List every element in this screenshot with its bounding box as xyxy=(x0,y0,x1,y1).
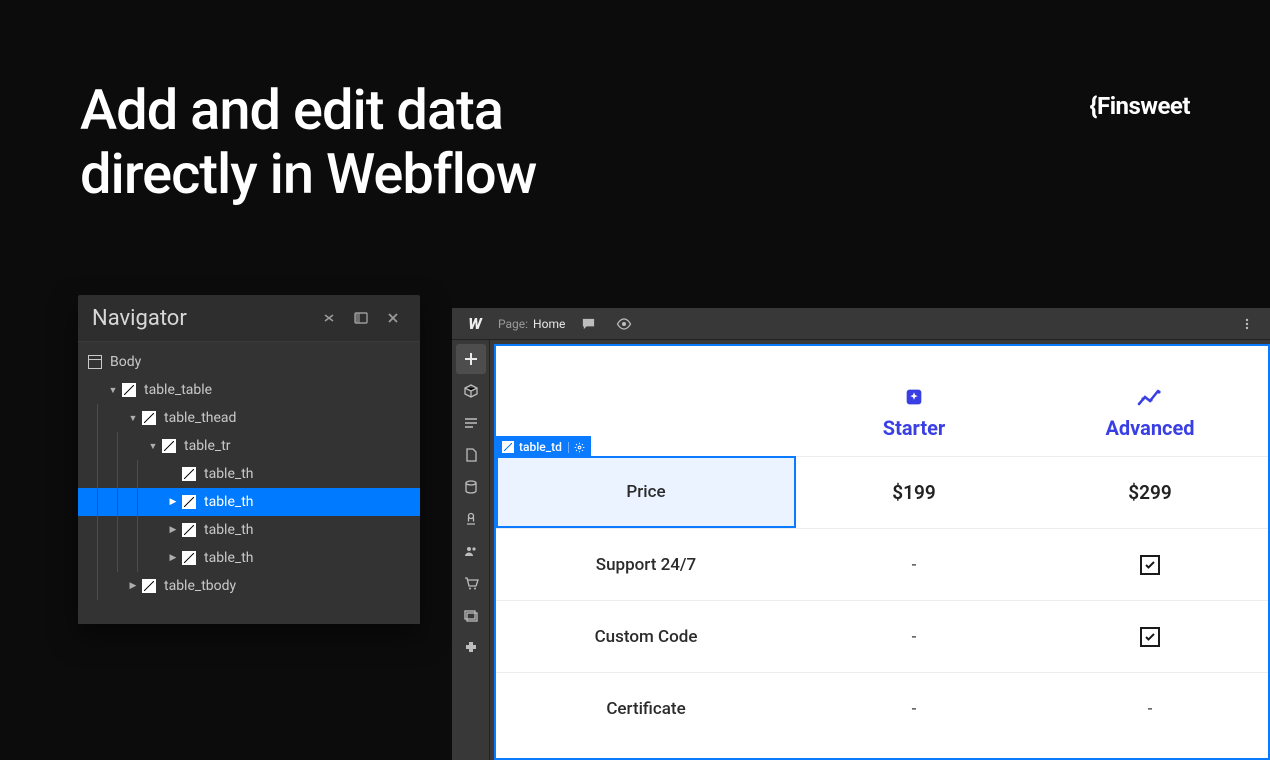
chevron-right-icon[interactable]: ▶ xyxy=(168,525,178,535)
panel-toggle-icon[interactable] xyxy=(348,305,374,331)
tree-row[interactable]: ▼ table_table xyxy=(78,376,420,404)
preview-icon[interactable] xyxy=(611,311,637,337)
value-cell[interactable]: $299 xyxy=(1032,456,1268,528)
tree-label: table_tr xyxy=(184,438,231,454)
close-icon[interactable] xyxy=(380,305,406,331)
tree-row[interactable]: table_th xyxy=(78,460,420,488)
add-element-button[interactable] xyxy=(456,344,486,374)
gear-icon[interactable] xyxy=(568,442,585,453)
div-block-icon xyxy=(162,439,176,453)
tree-label: table_table xyxy=(144,382,212,398)
div-block-icon xyxy=(122,383,136,397)
layout-icon[interactable] xyxy=(456,408,486,438)
chevron-down-icon[interactable]: ▼ xyxy=(128,413,138,424)
webflow-logo-icon[interactable]: W xyxy=(462,311,488,337)
collapse-icon[interactable] xyxy=(316,305,342,331)
navigator-tree: Body ▼ table_table ▼ table_thead ▼ table_trta… xyxy=(78,342,420,624)
assets-icon[interactable] xyxy=(456,504,486,534)
tree-label: table_th xyxy=(204,494,254,510)
div-block-icon xyxy=(182,467,196,481)
div-block-icon xyxy=(182,495,196,509)
value-cell[interactable]: - xyxy=(796,528,1032,600)
chevron-right-icon[interactable]: ▶ xyxy=(168,497,178,507)
page-icon xyxy=(88,355,102,369)
value-cell[interactable]: - xyxy=(796,672,1032,744)
chevron-down-icon[interactable]: ▼ xyxy=(108,385,118,396)
check-icon xyxy=(1140,627,1160,647)
comment-icon[interactable] xyxy=(575,311,601,337)
plan-name: Starter xyxy=(883,416,946,440)
tree-label: table_thead xyxy=(164,410,236,426)
box-icon[interactable] xyxy=(456,376,486,406)
pages-icon[interactable] xyxy=(456,440,486,470)
value-cell[interactable]: - xyxy=(796,600,1032,672)
div-block-icon xyxy=(502,441,514,453)
tree-label: table_tbody xyxy=(164,578,236,594)
value-cell[interactable] xyxy=(1032,600,1268,672)
plan-header: Advanced xyxy=(1032,346,1268,456)
designer-window: W Page: Home xyxy=(452,308,1270,760)
value-cell[interactable] xyxy=(1032,528,1268,600)
plan-header: Starter xyxy=(796,346,1032,456)
tree-label: table_th xyxy=(204,522,254,538)
selection-tag-label: table_td xyxy=(519,440,562,454)
tree-row[interactable]: ▶ table_th xyxy=(78,544,420,572)
design-canvas[interactable]: Starter Advanced table_tdPrice $199 $299 Supp… xyxy=(494,344,1270,760)
ecommerce-icon[interactable] xyxy=(456,568,486,598)
plan-name: Advanced xyxy=(1105,416,1194,440)
chevron-right-icon[interactable]: ▶ xyxy=(168,553,178,563)
tree-row[interactable]: ▶ table_tbody xyxy=(78,572,420,600)
div-block-icon xyxy=(182,523,196,537)
hero-title: Add and edit data directly in Webflow xyxy=(80,78,536,207)
div-block-icon xyxy=(182,551,196,565)
designer-topbar: W Page: Home xyxy=(452,308,1270,340)
chevron-right-icon[interactable]: ▶ xyxy=(128,581,138,591)
brand-logo: {Finsweet xyxy=(1090,92,1190,120)
page-name[interactable]: Home xyxy=(533,317,565,331)
tree-row[interactable]: ▶ table_th xyxy=(78,488,420,516)
tree-label: table_th xyxy=(204,550,254,566)
navigator-panel: Navigator Body ▼table_table▼table_thead▼… xyxy=(78,295,420,624)
trend-icon xyxy=(1137,388,1163,408)
users-icon[interactable] xyxy=(456,536,486,566)
tree-row[interactable]: ▼ table_tr xyxy=(78,432,420,460)
value-cell[interactable]: $199 xyxy=(796,456,1032,528)
value-cell[interactable]: - xyxy=(1032,672,1268,744)
row-label-cell[interactable]: Support 24/7 xyxy=(496,528,796,600)
tree-row[interactable]: ▶ table_th xyxy=(78,516,420,544)
tool-rail xyxy=(452,340,490,760)
price-value: $299 xyxy=(1128,481,1171,504)
row-label-cell[interactable]: Custom Code xyxy=(496,600,796,672)
more-icon[interactable] xyxy=(1234,311,1260,337)
sparkle-icon xyxy=(903,386,925,408)
tree-label: table_th xyxy=(204,466,254,482)
cms-icon[interactable] xyxy=(456,472,486,502)
images-icon[interactable] xyxy=(456,600,486,630)
tree-row[interactable]: ▼ table_thead xyxy=(78,404,420,432)
div-block-icon xyxy=(142,579,156,593)
apps-icon[interactable] xyxy=(456,632,486,662)
row-label-cell[interactable]: table_tdPrice xyxy=(496,456,796,528)
page-label: Page: xyxy=(498,317,528,331)
selection-tag[interactable]: table_td xyxy=(496,436,591,458)
check-icon xyxy=(1140,555,1160,575)
chevron-down-icon[interactable]: ▼ xyxy=(148,441,158,452)
div-block-icon xyxy=(142,411,156,425)
tree-row-body[interactable]: Body xyxy=(78,348,420,376)
price-value: $199 xyxy=(892,481,935,504)
row-label-cell[interactable]: Certificate xyxy=(496,672,796,744)
navigator-title: Navigator xyxy=(92,306,310,331)
